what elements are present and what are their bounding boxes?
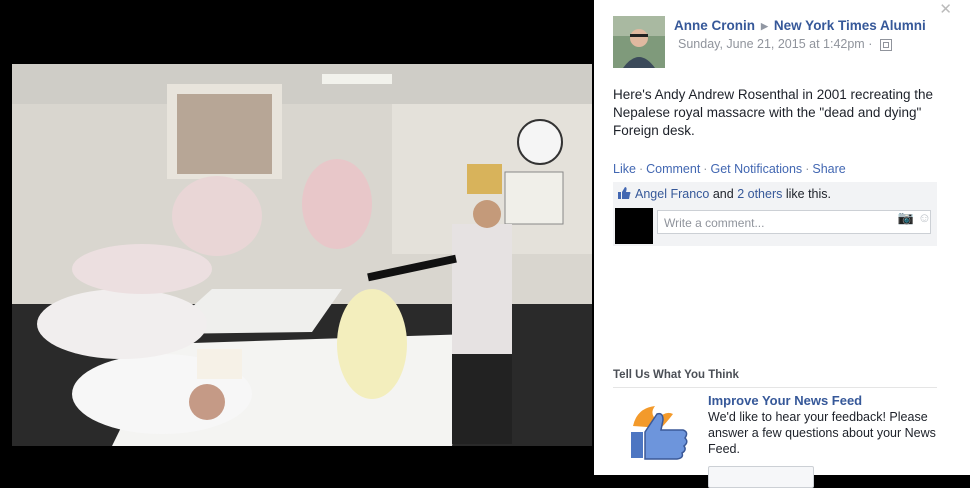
promo-button[interactable] xyxy=(708,466,814,488)
feedback-thumb-icon xyxy=(631,406,688,460)
author-link[interactable]: Anne Cronin xyxy=(674,18,755,33)
comment-button[interactable]: Comment xyxy=(646,162,700,176)
post-actions: Like · Comment · Get Notifications · Share xyxy=(613,162,846,176)
post-sidebar: ✕ Anne Cronin ▶ New York Times Alumni Sund… xyxy=(594,0,970,488)
comment-composer: Write a comment... 📷 ☺ xyxy=(613,206,937,246)
comment-input[interactable]: Write a comment... xyxy=(657,210,931,234)
commenter-avatar xyxy=(615,208,653,244)
share-button[interactable]: Share xyxy=(812,162,845,176)
others-link[interactable]: 2 others xyxy=(737,187,782,201)
likes-summary: Angel Franco and 2 others like this. xyxy=(613,182,937,207)
post-photo[interactable] xyxy=(12,64,592,446)
globe-icon[interactable] xyxy=(879,38,892,51)
arrow-right-icon: ▶ xyxy=(761,21,768,31)
avatar[interactable] xyxy=(613,16,665,68)
liker-link[interactable]: Angel Franco xyxy=(635,187,709,201)
timestamp[interactable]: Sunday, June 21, 2015 at 1:42pm xyxy=(678,37,865,51)
close-icon[interactable]: ✕ xyxy=(939,0,952,18)
photo-viewer[interactable] xyxy=(0,0,594,475)
thumbs-up-icon xyxy=(618,187,631,199)
group-link[interactable]: New York Times Alumni xyxy=(774,18,926,33)
promo-header: Tell Us What You Think xyxy=(613,369,739,381)
promo-title[interactable]: Improve Your News Feed xyxy=(708,393,862,408)
post-header: Anne Cronin ▶ New York Times Alumni xyxy=(674,18,926,33)
post-text: Here's Andy Andrew Rosenthal in 2001 rec… xyxy=(613,87,934,138)
camera-icon[interactable]: 📷 xyxy=(898,210,914,225)
promo-text: We'd like to hear your feedback! Please … xyxy=(708,410,936,456)
emoji-icon[interactable]: ☺ xyxy=(918,210,931,225)
post-meta: Sunday, June 21, 2015 at 1:42pm · xyxy=(678,37,892,51)
notifications-button[interactable]: Get Notifications xyxy=(710,162,802,176)
divider xyxy=(613,387,937,388)
like-button[interactable]: Like xyxy=(613,162,636,176)
